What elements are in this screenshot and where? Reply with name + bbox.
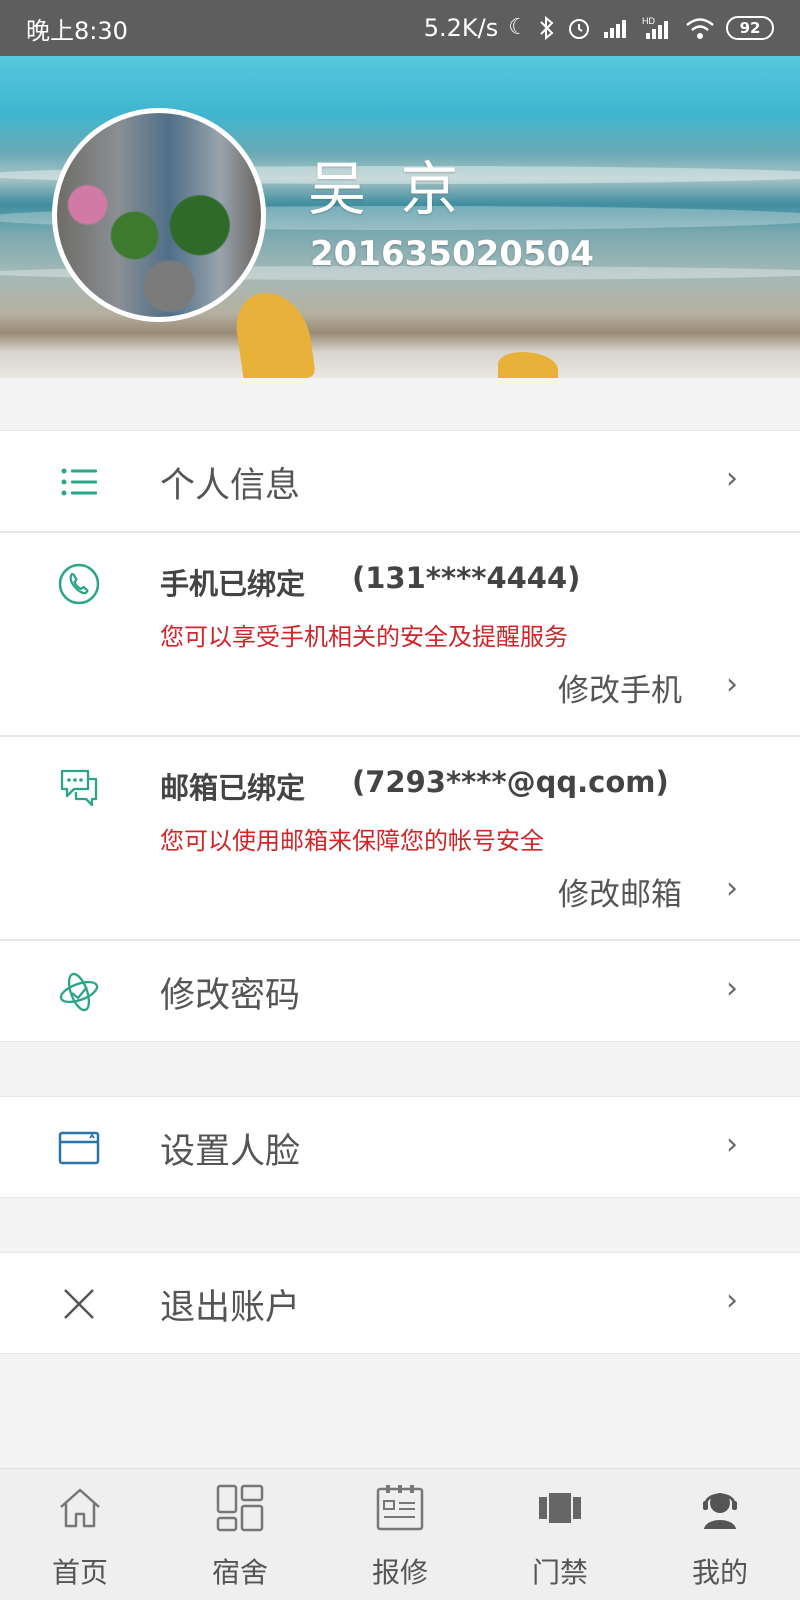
- password-icon: [59, 972, 99, 1012]
- phone-number: (131****4444): [352, 561, 581, 595]
- chevron-right-icon: ›: [726, 1127, 738, 1162]
- repair-icon: [376, 1485, 424, 1531]
- banner-decoration: [232, 287, 316, 378]
- user-name: 吴 京: [308, 155, 467, 223]
- message-icon: [60, 769, 98, 807]
- nav-repair[interactable]: 报修: [320, 1469, 480, 1600]
- profile-icon: [703, 1493, 737, 1529]
- set-face-row[interactable]: 设置人脸 ›: [0, 1096, 800, 1198]
- nav-repair-label: 报修: [371, 1556, 428, 1589]
- nav-dorm-label: 宿舍: [211, 1556, 268, 1589]
- nav-home-label: 首页: [51, 1556, 108, 1589]
- bottom-nav: 首页 宿舍 报修 门禁 我的: [0, 1468, 800, 1600]
- bluetooth-icon: [540, 15, 554, 41]
- nav-dorm[interactable]: 宿舍: [160, 1469, 320, 1600]
- home-icon: [60, 1488, 100, 1528]
- access-control-icon: [539, 1493, 581, 1523]
- signal-icon: [604, 20, 626, 38]
- svg-text:HD: HD: [642, 16, 655, 26]
- personal-info-row[interactable]: 个人信息 ›: [0, 430, 800, 532]
- chevron-right-icon: ›: [726, 871, 738, 906]
- user-id: 201635020504: [310, 234, 594, 274]
- chevron-right-icon: ›: [726, 667, 738, 702]
- phone-bound-title: 手机已绑定: [160, 567, 306, 601]
- nav-access-label: 门禁: [531, 1556, 588, 1589]
- banner-decoration: [498, 352, 558, 378]
- personal-info-label: 个人信息: [160, 466, 301, 506]
- profile-header: 吴 京 201635020504: [0, 56, 800, 378]
- logout-row[interactable]: 退出账户 ›: [0, 1252, 800, 1354]
- card-icon: [58, 1131, 100, 1165]
- nav-mine-label: 我的: [691, 1556, 748, 1589]
- change-password-label: 修改密码: [160, 976, 301, 1016]
- alarm-icon: [569, 19, 589, 39]
- phone-icon: [58, 563, 100, 605]
- email-binding-row[interactable]: 邮箱已绑定 (7293****@qq.com) 您可以使用邮箱来保障您的帐号安全…: [0, 736, 800, 940]
- chevron-right-icon: ›: [726, 1283, 738, 1318]
- wifi-icon: [686, 18, 714, 39]
- email-description: 您可以使用邮箱来保障您的帐号安全: [160, 827, 544, 855]
- status-time: 晚上8:30: [26, 16, 128, 45]
- email-bound-title: 邮箱已绑定: [160, 771, 306, 805]
- avatar[interactable]: [52, 108, 266, 322]
- hd-signal-icon: HD: [642, 16, 668, 39]
- change-phone-button[interactable]: 修改手机: [558, 665, 682, 710]
- nav-home[interactable]: 首页: [0, 1469, 160, 1600]
- battery-icon: 92: [726, 16, 774, 40]
- phone-binding-row[interactable]: 手机已绑定 (131****4444) 您可以享受手机相关的安全及提醒服务 修改…: [0, 532, 800, 736]
- network-speed: 5.2K/s: [423, 14, 499, 42]
- dorm-icon: [216, 1484, 264, 1532]
- nav-mine[interactable]: 我的: [640, 1469, 800, 1600]
- set-face-label: 设置人脸: [160, 1132, 301, 1172]
- list-icon: [61, 468, 97, 496]
- chevron-right-icon: ›: [726, 461, 738, 496]
- status-bar: 晚上8:30 5.2K/s ☾ HD 92: [0, 0, 800, 56]
- email-address: (7293****@qq.com): [352, 765, 669, 799]
- chevron-right-icon: ›: [726, 971, 738, 1006]
- nav-access[interactable]: 门禁: [480, 1469, 640, 1600]
- change-email-button[interactable]: 修改邮箱: [558, 869, 682, 914]
- status-icons: 5.2K/s ☾ HD 92: [424, 14, 774, 42]
- phone-description: 您可以享受手机相关的安全及提醒服务: [160, 623, 568, 651]
- logout-label: 退出账户: [160, 1288, 301, 1328]
- close-icon: [64, 1289, 94, 1319]
- moon-icon: ☾: [508, 15, 528, 40]
- change-password-row[interactable]: 修改密码 ›: [0, 940, 800, 1042]
